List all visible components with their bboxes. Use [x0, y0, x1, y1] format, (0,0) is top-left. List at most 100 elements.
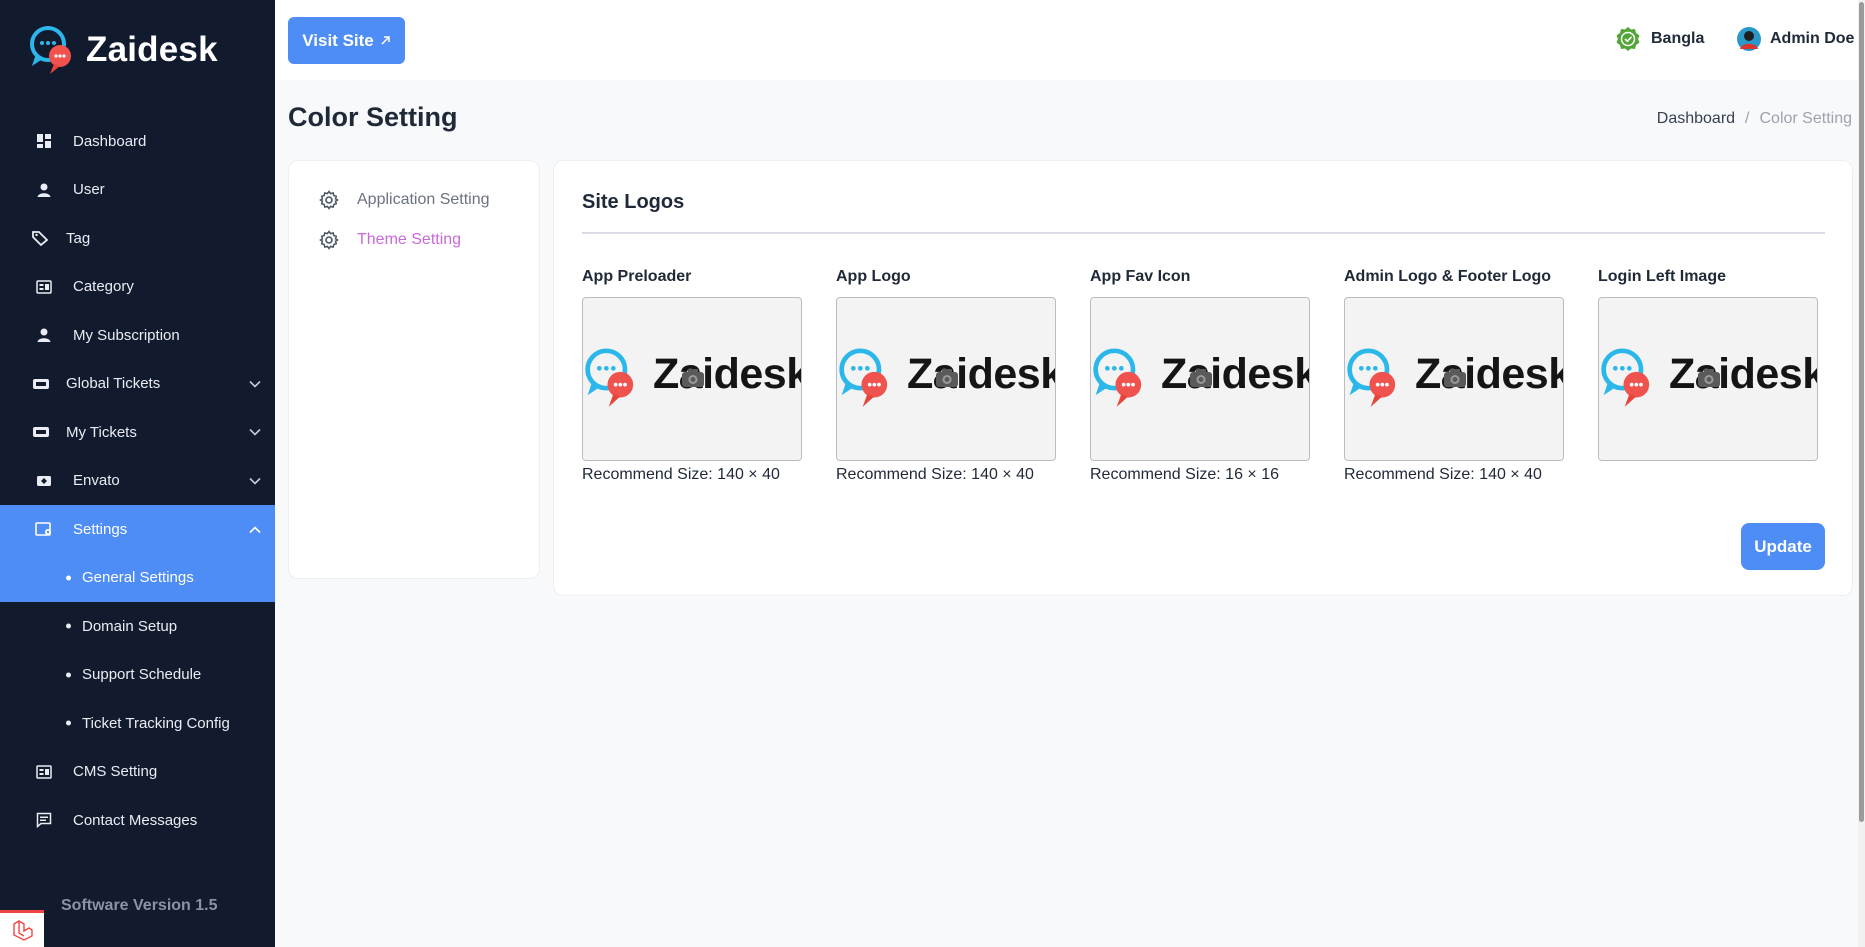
- logo-wordmark: Zaidesk: [1669, 350, 1818, 398]
- breadcrumb-separator: /: [1745, 110, 1750, 127]
- sidebar-item-label: Category: [73, 278, 134, 296]
- page-title: Color Setting: [288, 102, 458, 132]
- breadcrumb-dashboard-link[interactable]: Dashboard: [1657, 110, 1735, 128]
- zaidesk-logo-icon: [1601, 348, 1650, 407]
- logo-upload-box[interactable]: Zaidesk: [1598, 297, 1818, 461]
- camera-icon: [1444, 369, 1466, 387]
- zaidesk-logo-icon: [839, 348, 888, 407]
- camera-icon: [1190, 369, 1212, 387]
- logo-upload-login-left-image: Login Left Image Zaidesk: [1598, 268, 1818, 466]
- menu-theme-setting[interactable]: Theme Setting: [319, 230, 461, 250]
- logo-label: App Preloader: [582, 268, 692, 285]
- sidebar-item-dashboard[interactable]: Dashboard: [0, 117, 275, 166]
- sidebar-nav: Dashboard User Tag Category My Subscript…: [0, 117, 275, 845]
- camera-icon: [1698, 369, 1720, 387]
- sidebar-item-label: Contact Messages: [73, 811, 198, 829]
- visit-site-button[interactable]: Visit Site: [288, 17, 405, 64]
- zaidesk-logo-icon: [30, 26, 71, 74]
- user-icon: [35, 181, 53, 199]
- logo-upload-box[interactable]: Zaidesk: [582, 297, 802, 461]
- logo-upload-box[interactable]: Zaidesk: [836, 297, 1056, 461]
- sidebar-subitem-label: General Settings: [82, 569, 194, 587]
- tag-icon: [32, 229, 50, 247]
- message-icon: [35, 811, 53, 829]
- recommend-size: Recommend Size: 140 × 40: [836, 466, 1034, 483]
- sidebar-item-my-tickets[interactable]: My Tickets: [0, 408, 275, 457]
- logo-upload-app-preloader: App Preloader Zaidesk Recommend Size: 14…: [582, 268, 802, 484]
- camera-icon: [936, 369, 958, 387]
- menu-label: Theme Setting: [357, 231, 462, 248]
- sidebar-item-label: User: [73, 181, 105, 199]
- gear-icon: [319, 230, 339, 250]
- laravel-icon: [13, 920, 33, 941]
- menu-application-setting[interactable]: Application Setting: [319, 190, 490, 210]
- sidebar-item-label: My Subscription: [73, 326, 180, 344]
- sidebar-item-label: Settings: [73, 520, 128, 538]
- dashboard-icon: [35, 132, 53, 150]
- chevron-down-icon: [249, 375, 261, 392]
- logo-upload-box[interactable]: Zaidesk: [1090, 297, 1310, 461]
- software-version: Software Version 1.5: [61, 897, 218, 914]
- user-icon: [35, 326, 53, 344]
- brand-name: Zaidesk: [86, 30, 218, 69]
- sidebar-subitem-ticket-tracking-config[interactable]: Ticket Tracking Config: [0, 699, 275, 748]
- sidebar-item-cms-setting[interactable]: CMS Setting: [0, 748, 275, 797]
- menu-label: Application Setting: [357, 191, 490, 208]
- logo-upload-app-logo: App Logo Zaidesk Recommend Size: 140 × 4…: [836, 268, 1056, 484]
- settings-icon: [35, 520, 53, 538]
- chevron-down-icon: [249, 472, 261, 489]
- sidebar-item-label: Global Tickets: [66, 375, 161, 393]
- sidebar-subitem-domain-setup[interactable]: Domain Setup: [0, 602, 275, 651]
- envato-icon: [35, 472, 53, 490]
- scrollbar-thumb[interactable]: [1859, 2, 1864, 822]
- avatar: [1737, 27, 1761, 51]
- logo-label: App Fav Icon: [1090, 268, 1191, 285]
- logo-upload-app-fav-icon: App Fav Icon Zaidesk Recommend Size: 16 …: [1090, 268, 1310, 484]
- category-icon: [35, 278, 53, 296]
- sidebar-item-label: Tag: [66, 229, 91, 247]
- sidebar-subitem-label: Ticket Tracking Config: [82, 714, 230, 732]
- page-scrollbar[interactable]: [1858, 0, 1865, 947]
- sidebar-item-my-subscription[interactable]: My Subscription: [0, 311, 275, 360]
- logo-upload-box[interactable]: Zaidesk: [1344, 297, 1564, 461]
- update-button[interactable]: Update: [1741, 523, 1825, 570]
- settings-menu-card: Application Setting Theme Setting: [288, 160, 540, 579]
- sidebar-item-envato[interactable]: Envato: [0, 457, 275, 506]
- logo-label: Admin Logo & Footer Logo: [1344, 268, 1552, 285]
- breadcrumb-current: Color Setting: [1759, 110, 1853, 127]
- sidebar-subitem-label: Domain Setup: [82, 617, 178, 635]
- zaidesk-logo-icon: [1347, 348, 1396, 407]
- recommend-size: Recommend Size: 16 × 16: [1090, 466, 1279, 483]
- language-selector[interactable]: Bangla: [1615, 26, 1704, 52]
- debugbar-toggle[interactable]: [0, 910, 44, 947]
- camera-icon: [682, 369, 704, 387]
- sidebar-item-user[interactable]: User: [0, 166, 275, 215]
- sidebar: Zaidesk Dashboard User Tag Category My S…: [0, 0, 275, 947]
- divider: [582, 232, 1825, 234]
- sidebar-item-global-tickets[interactable]: Global Tickets: [0, 360, 275, 409]
- logo-wordmark: Zaidesk: [1161, 350, 1310, 398]
- sidebar-item-contact-messages[interactable]: Contact Messages: [0, 796, 275, 845]
- logo-wordmark: Zaidesk: [1415, 350, 1564, 398]
- sidebar-item-tag[interactable]: Tag: [0, 214, 275, 263]
- recommend-size: Recommend Size: 140 × 40: [582, 466, 780, 483]
- breadcrumb: Dashboard / Color Setting: [1657, 110, 1852, 128]
- zaidesk-logo-icon: [1093, 348, 1142, 407]
- logo-upload-admin-footer-logo: Admin Logo & Footer Logo Zaidesk Recomme…: [1344, 268, 1564, 484]
- recommend-size: Recommend Size: 140 × 40: [1344, 466, 1542, 483]
- user-menu[interactable]: Admin Doe: [1736, 26, 1854, 52]
- visit-site-label: Visit Site: [302, 30, 374, 50]
- brand-logo[interactable]: Zaidesk: [28, 24, 218, 76]
- zaidesk-logo-icon: [585, 348, 634, 407]
- sidebar-item-category[interactable]: Category: [0, 263, 275, 312]
- external-link-icon: [381, 36, 390, 45]
- sidebar-item-settings[interactable]: Settings: [0, 505, 275, 554]
- ticket-icon: [32, 423, 50, 441]
- sidebar-subitem-support-schedule[interactable]: Support Schedule: [0, 651, 275, 700]
- sidebar-subitem-general-settings[interactable]: General Settings: [0, 553, 275, 602]
- gear-icon: [319, 190, 339, 210]
- logo-wordmark: Zaidesk: [907, 350, 1056, 398]
- sidebar-item-label: My Tickets: [66, 423, 137, 441]
- language-flag-icon: [1616, 27, 1640, 51]
- chevron-down-icon: [249, 424, 261, 441]
